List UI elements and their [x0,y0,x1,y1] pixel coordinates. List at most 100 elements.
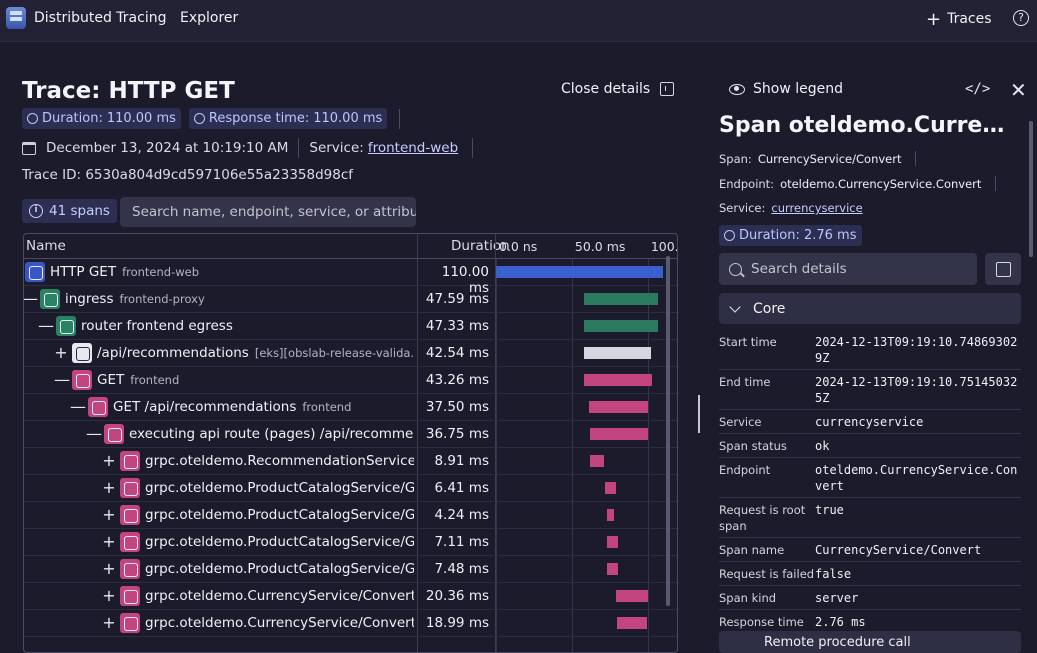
property-value: CurrencyService/Convert [815,543,982,557]
column-header-name[interactable]: Name [26,238,66,254]
table-row[interactable]: + grpc.oteldemo.RecommendationService... 8… [24,448,677,475]
span-name[interactable]: router frontend egress [81,318,414,334]
table-row[interactable]: + grpc.oteldemo.CurrencyService/Convert 20… [24,583,677,610]
span-type-icon [120,559,140,579]
span-duration: Duration: 2.76 ms [739,228,857,243]
table-row[interactable]: + grpc.oteldemo.ProductCatalogService/G..… [24,475,677,502]
core-section-toggle[interactable]: Core [719,293,1021,324]
span-name[interactable]: grpc.oteldemo.ProductCatalogService/G... [145,534,414,550]
trace-panel: Trace: HTTP GET Close details Duration: … [0,43,700,653]
span-name[interactable]: grpc.oteldemo.RecommendationService... [145,453,414,469]
span-duration: 4.24 ms [434,507,489,523]
span-type-icon [25,262,45,282]
span-search-input[interactable]: Search name, endpoint, service, or attri… [120,197,416,227]
expand-icon[interactable]: + [102,560,116,578]
service-link[interactable]: frontend-web [368,140,458,156]
span-name[interactable]: grpc.oteldemo.CurrencyService/Convert [145,588,414,604]
span-name[interactable]: GET /api/recommendations frontend [113,399,414,415]
code-icon[interactable]: </> [965,81,990,97]
span-duration: 8.91 ms [434,453,489,469]
expand-icon[interactable]: + [102,614,116,632]
span-name-text: grpc.oteldemo.ProductCatalogService/G... [145,507,414,523]
span-duration: 47.59 ms [425,291,489,307]
span-timeline-bar[interactable] [606,536,619,548]
span-timeline-bar[interactable] [584,320,659,332]
span-timeline-bar[interactable] [606,563,619,575]
table-row[interactable]: — executing api route (pages) /api/recomm… [24,421,677,448]
table-row[interactable]: + grpc.oteldemo.CurrencyService/Convert 18… [24,610,677,637]
details-scrollbar[interactable] [1029,121,1033,257]
expand-icon[interactable]: + [102,479,116,497]
endpoint-label: Endpoint: [719,176,775,191]
span-name-text: grpc.oteldemo.ProductCatalogService/G... [145,534,414,550]
span-name[interactable]: GET frontend [97,372,414,388]
expand-icon[interactable]: + [54,344,68,362]
span-name[interactable]: executing api route (pages) /api/recomme… [129,426,414,442]
panel-resize-handle[interactable] [698,395,700,433]
span-timeline-bar[interactable] [605,482,616,494]
span-timeline-bar[interactable] [588,401,648,413]
span-name[interactable]: grpc.oteldemo.CurrencyService/Convert [145,615,414,631]
span-timeline-bar[interactable] [496,266,663,278]
span-name[interactable]: ingress frontend-proxy [65,291,414,307]
span-name[interactable]: grpc.oteldemo.ProductCatalogService/G... [145,480,414,496]
collapse-icon[interactable]: — [86,425,102,443]
span-timeline-bar[interactable] [584,374,653,386]
collapse-icon[interactable]: — [70,398,86,416]
span-service: frontend-web [122,265,200,279]
details-search-input[interactable]: Search details [719,253,977,285]
trace-date-row: December 13, 2024 at 10:19:10 AM Service… [22,138,474,158]
show-legend-button[interactable]: Show legend [729,81,843,97]
plus-icon: + [926,8,942,30]
span-name[interactable]: HTTP GET frontend-web [50,264,414,280]
span-name[interactable]: grpc.oteldemo.ProductCatalogService/G... [145,561,414,577]
collapse-icon[interactable]: — [38,317,54,335]
show-legend-label: Show legend [753,81,843,97]
close-details-button[interactable]: Close details [561,81,675,97]
span-timeline-bar[interactable] [584,347,651,359]
expand-icon[interactable]: + [102,587,116,605]
span-timeline-bar[interactable] [606,509,614,521]
table-row[interactable]: — GET /api/recommendations frontend 37.50 m… [24,394,677,421]
span-name[interactable]: /api/recommendations [eks][obslab-release… [97,345,414,361]
table-row[interactable]: + grpc.oteldemo.ProductCatalogService/G..… [24,502,677,529]
nav-explorer[interactable]: Explorer [180,10,238,26]
span-duration: 42.54 ms [425,345,489,361]
open-in-new-icon[interactable] [985,253,1021,285]
rpc-section-toggle[interactable]: Remote procedure call [719,631,1021,653]
property-row: Request is root span true [719,498,1021,538]
collapse-icon[interactable]: — [24,290,38,308]
span-timeline-bar[interactable] [617,617,648,629]
span-name-text: GET [97,372,125,388]
distributed-tracing-app-icon[interactable] [6,7,26,29]
traces-button-label: Traces [947,11,992,27]
service-link[interactable]: currencyservice [771,201,862,215]
app-name[interactable]: Distributed Tracing [34,10,166,26]
span-timeline-bar[interactable] [615,590,648,602]
span-type-icon [72,343,92,363]
expand-icon[interactable]: + [102,452,116,470]
table-row[interactable]: — router frontend egress 47.33 ms [24,313,677,340]
span-timeline-bar[interactable] [590,455,604,467]
collapse-icon[interactable]: — [54,371,70,389]
table-row[interactable]: + grpc.oteldemo.ProductCatalogService/G..… [24,556,677,583]
close-icon[interactable]: ✕ [1010,78,1027,102]
help-icon[interactable]: ? [1013,10,1029,26]
table-row[interactable]: + /api/recommendations [eks][obslab-releas… [24,340,677,367]
property-value: currencyservice [815,415,924,429]
expand-icon[interactable]: + [102,506,116,524]
span-name-row: Span: CurrencyService/Convert [719,151,917,166]
expand-icon[interactable]: + [102,533,116,551]
table-row[interactable]: HTTP GET frontend-web 110.00 ms [24,259,677,296]
divider [399,108,401,129]
add-traces-button[interactable]: + Traces [926,8,992,30]
table-row[interactable]: + grpc.oteldemo.ProductCatalogService/G..… [24,529,677,556]
timeline-tick-label: 0.0 ns [499,239,538,254]
span-type-icon [120,451,140,471]
table-row[interactable]: — ingress frontend-proxy 47.59 ms [24,286,677,313]
table-scrollbar[interactable] [666,256,670,606]
table-row[interactable]: — GET frontend 43.26 ms [24,367,677,394]
span-timeline-bar[interactable] [590,428,648,440]
span-timeline-bar[interactable] [584,293,659,305]
span-name[interactable]: grpc.oteldemo.ProductCatalogService/G... [145,507,414,523]
